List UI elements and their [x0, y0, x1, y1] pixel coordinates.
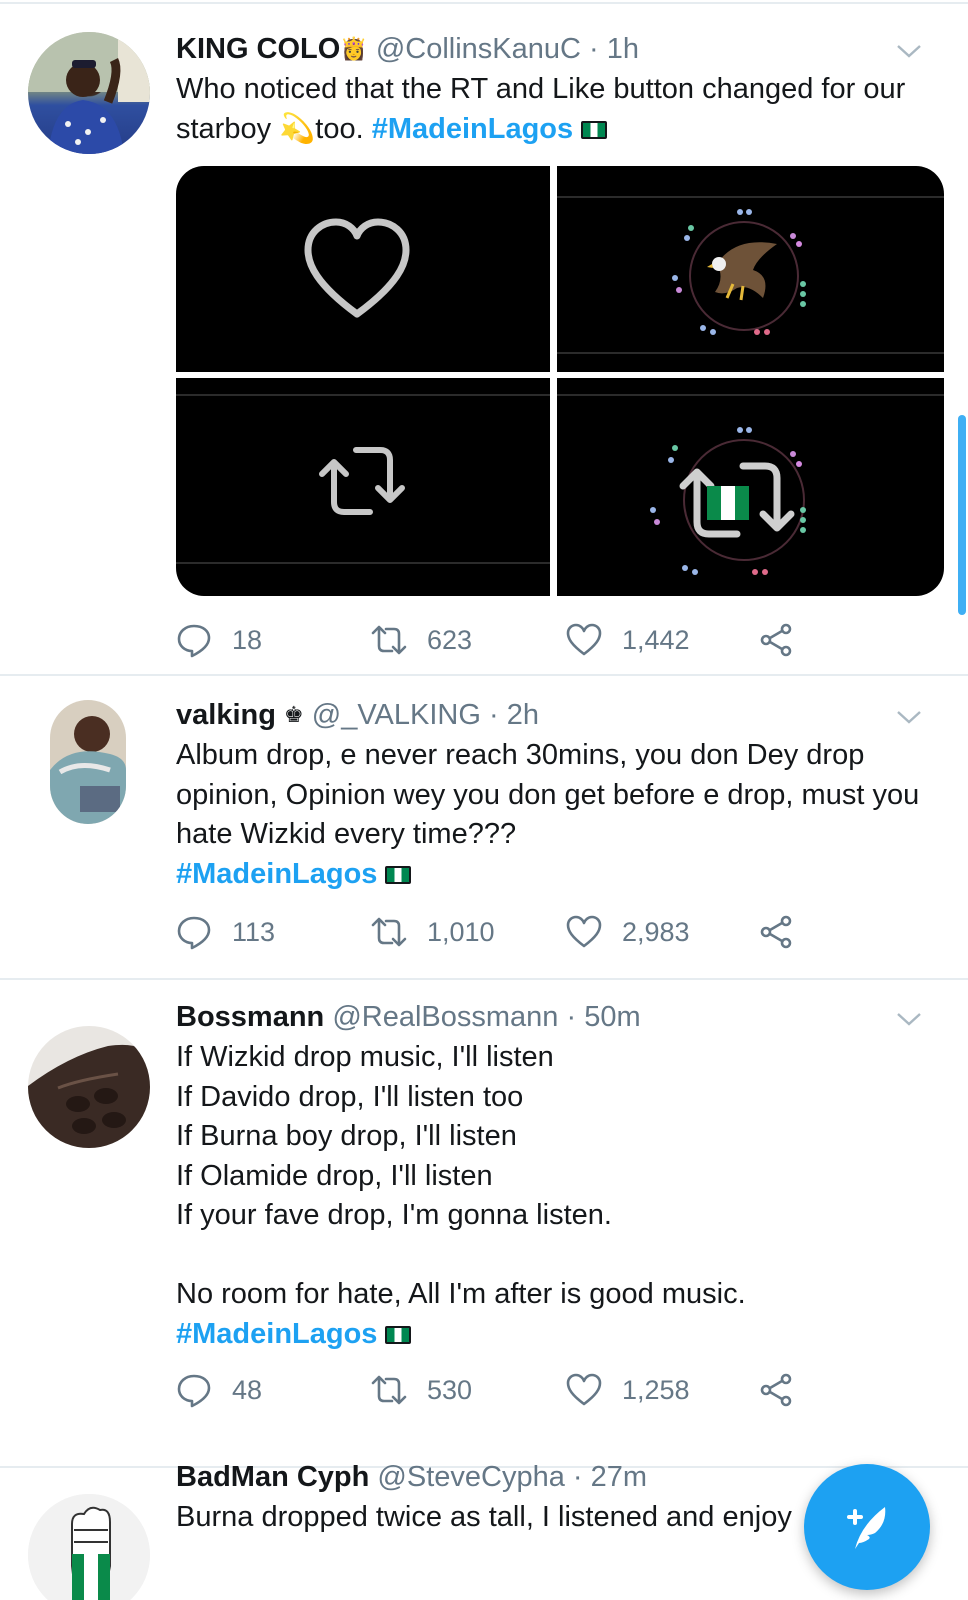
like-count: 1,258 — [622, 1374, 690, 1405]
tweet-text: Who noticed that the RT and Like button … — [176, 70, 936, 149]
avatar-photo — [28, 1494, 150, 1600]
like-button[interactable]: 1,442 — [566, 622, 758, 658]
scrollbar-thumb[interactable] — [958, 415, 966, 615]
retweet-icon — [371, 625, 407, 655]
timestamp[interactable]: 27m — [591, 1461, 647, 1493]
avatar[interactable] — [28, 32, 150, 154]
tweet-header: valking ♚ @_VALKING · 2h — [176, 696, 936, 734]
user-handle[interactable]: @RealBossmann — [332, 1001, 558, 1033]
retweet-count: 1,010 — [427, 916, 495, 947]
timestamp[interactable]: 50m — [584, 1001, 640, 1033]
avatar-photo — [28, 32, 150, 154]
avatar-photo — [50, 700, 126, 824]
chevron-down-icon[interactable] — [896, 38, 922, 64]
retweet-icon — [371, 1375, 407, 1405]
reply-icon — [177, 624, 211, 658]
reply-icon — [177, 916, 211, 950]
tweet-text-body: If Wizkid drop music, I'll listen If Dav… — [176, 1041, 746, 1310]
retweet-count: 530 — [427, 1374, 473, 1405]
user-handle[interactable]: @SteveCypha — [377, 1461, 564, 1493]
display-name[interactable]: KING COLO — [176, 33, 340, 65]
media-retweet-button-old[interactable] — [176, 378, 550, 596]
user-handle[interactable]: @CollinsKanuC — [376, 33, 581, 65]
heart-icon — [566, 623, 602, 656]
media-retweet-button-new[interactable] — [557, 378, 944, 596]
avatar-photo — [28, 1026, 150, 1148]
share-button[interactable] — [758, 914, 814, 950]
separator-dot: · — [589, 33, 599, 65]
tweet-text-body: Album drop, e never reach 30mins, you do… — [176, 739, 928, 850]
chevron-down-icon[interactable] — [896, 704, 922, 730]
heart-icon — [566, 915, 602, 948]
tweet-text: Album drop, e never reach 30mins, you do… — [176, 736, 936, 894]
reply-count: 113 — [232, 916, 276, 947]
reply-button[interactable]: 113 — [176, 914, 371, 950]
tweet-header: KING COLO👸 @CollinsKanuC · 1h — [176, 30, 936, 68]
user-handle[interactable]: @_VALKING — [312, 699, 481, 731]
tweet-text-body: Burna dropped twice as tall, I listened … — [176, 1501, 792, 1533]
reply-button[interactable]: 48 — [176, 1372, 371, 1408]
retweet-icon — [371, 917, 407, 947]
separator-dot: · — [489, 699, 499, 731]
timestamp[interactable]: 1h — [607, 33, 639, 65]
retweet-flag-icon — [650, 427, 806, 575]
share-button[interactable] — [758, 622, 814, 658]
display-name[interactable]: Bossmann — [176, 1001, 324, 1033]
tweet-text: If Wizkid drop music, I'll listen If Dav… — [176, 1038, 936, 1354]
avatar[interactable] — [28, 1026, 150, 1148]
reply-icon — [177, 1374, 211, 1408]
avatar[interactable] — [50, 700, 126, 824]
hashtag-link[interactable]: #MadeinLagos — [176, 1318, 377, 1350]
like-count: 1,442 — [622, 624, 690, 655]
avatar[interactable] — [28, 1494, 150, 1600]
share-button[interactable] — [758, 1372, 814, 1408]
retweet-button[interactable]: 623 — [371, 622, 566, 658]
display-name[interactable]: valking — [176, 699, 276, 731]
like-button[interactable]: 2,983 — [566, 914, 758, 950]
separator-dot: · — [572, 1461, 583, 1493]
display-name[interactable]: BadMan Cyph — [176, 1461, 369, 1493]
nigeria-flag-icon — [385, 1325, 412, 1344]
reply-button[interactable]: 18 — [176, 622, 371, 658]
compose-tweet-button[interactable] — [804, 1464, 930, 1590]
reply-count: 48 — [232, 1374, 263, 1405]
retweet-count: 623 — [427, 624, 473, 655]
name-badge-emoji: ♚ — [284, 702, 304, 727]
hashtag-link[interactable]: #MadeinLagos — [372, 113, 573, 145]
name-badge-emoji: 👸 — [340, 36, 368, 61]
media-like-button-old[interactable] — [176, 166, 550, 372]
heart-icon — [566, 1373, 602, 1406]
tweet-actions: 18 623 1,442 — [176, 620, 816, 660]
tweet-valking[interactable]: valking ♚ @_VALKING · 2h Album drop, e n… — [0, 676, 968, 978]
tweet-bossmann[interactable]: Bossmann @RealBossmann · 50m If Wizkid d… — [0, 980, 968, 1466]
like-button[interactable]: 1,258 — [566, 1372, 758, 1408]
retweet-button[interactable]: 1,010 — [371, 914, 566, 950]
media-like-button-new[interactable] — [557, 166, 944, 372]
tweet-actions: 113 1,010 2,983 — [176, 912, 816, 952]
media-grid[interactable] — [176, 166, 944, 596]
separator-dot: · — [566, 1001, 577, 1033]
nigeria-flag-icon — [385, 865, 412, 884]
tweet-header: Bossmann @RealBossmann · 50m — [176, 998, 936, 1036]
tweet-king-colo[interactable]: KING COLO👸 @CollinsKanuC · 1h Who notice… — [0, 0, 968, 674]
heart-icon — [304, 218, 410, 318]
share-icon — [760, 1373, 792, 1407]
tweet-actions: 48 530 1,258 — [176, 1370, 816, 1410]
compose-tweet-icon — [847, 1507, 886, 1549]
share-icon — [760, 623, 792, 657]
retweet-button[interactable]: 530 — [371, 1372, 566, 1408]
like-count: 2,983 — [622, 916, 690, 947]
timestamp[interactable]: 2h — [507, 699, 539, 731]
reply-count: 18 — [232, 624, 263, 655]
hashtag-link[interactable]: #MadeinLagos — [176, 858, 377, 890]
chevron-down-icon[interactable] — [896, 1006, 922, 1032]
nigeria-flag-icon — [581, 120, 608, 139]
share-icon — [760, 915, 792, 949]
